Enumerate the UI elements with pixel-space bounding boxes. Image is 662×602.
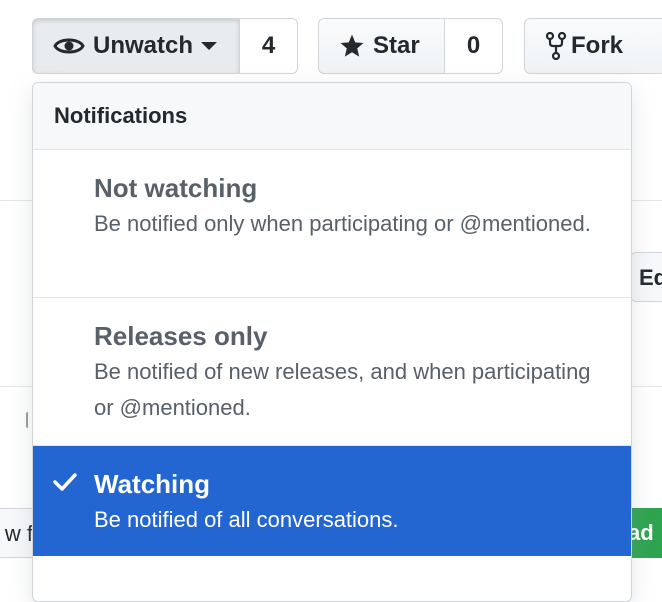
watch-button-group: Unwatch 4 (32, 18, 298, 74)
notifications-dropdown: Notifications Not watching Be notified o… (32, 82, 632, 602)
chevron-down-icon (201, 42, 218, 50)
option-releases-only[interactable]: Releases only Be notified of new release… (33, 298, 631, 446)
star-button[interactable]: Star (318, 18, 445, 74)
unwatch-label: Unwatch (93, 32, 194, 59)
option-title: Releases only (94, 321, 268, 351)
edit-button[interactable]: Ed (630, 252, 662, 302)
star-icon (339, 33, 365, 59)
star-label: Star (373, 32, 420, 59)
star-button-group: Star 0 (318, 18, 503, 74)
option-watching[interactable]: Watching Be notified of all conversation… (33, 446, 631, 556)
fork-button[interactable]: Fork (524, 18, 662, 74)
option-description: Be notified only when participating or @… (94, 211, 591, 236)
checkmark-icon (53, 472, 77, 497)
stargazers-count[interactable]: 0 (445, 18, 503, 74)
option-not-watching[interactable]: Not watching Be notified only when parti… (33, 150, 631, 298)
eye-icon (53, 35, 85, 57)
option-title: Not watching (94, 173, 258, 203)
watchers-count[interactable]: 4 (240, 18, 298, 74)
fork-button-group: Fork (524, 18, 662, 74)
option-description: Be notified of new releases, and when pa… (94, 359, 591, 420)
fork-label: Fork (571, 32, 624, 59)
fork-icon (545, 32, 567, 60)
dropdown-header: Notifications (33, 83, 631, 150)
unwatch-button[interactable]: Unwatch (32, 18, 240, 74)
option-description: Be notified of all conversations. (94, 507, 399, 532)
option-title: Watching (94, 469, 211, 499)
